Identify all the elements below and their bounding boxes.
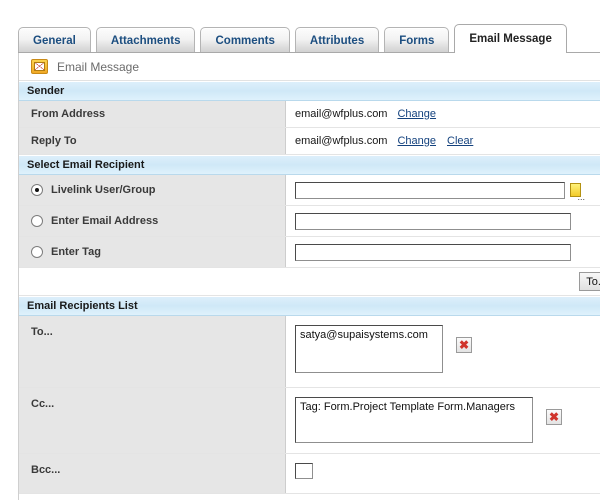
reply-to-value: email@wfplus.com (295, 135, 388, 147)
row-value: email@wfplus.com Change Clear (286, 128, 600, 154)
row-enter-tag: Enter Tag (19, 237, 600, 268)
row-label: Enter Tag (19, 237, 286, 267)
tab-comments[interactable]: Comments (200, 27, 290, 53)
enter-email-address-input[interactable] (295, 212, 571, 230)
section-title: Select Email Recipient (27, 159, 145, 171)
email-envelope-icon (31, 59, 48, 74)
radio-label-text: Enter Tag (51, 246, 101, 258)
tab-general[interactable]: General (18, 27, 91, 53)
from-address-value: email@wfplus.com (295, 108, 388, 120)
row-label: Reply To (19, 128, 286, 154)
section-header-sender: Sender (19, 81, 600, 101)
radio-enter-email-address[interactable] (31, 215, 43, 227)
from-address-change-link[interactable]: Change (397, 108, 436, 120)
tab-email-message[interactable]: Email Message (454, 24, 567, 53)
bcc-recipients-textarea[interactable] (295, 463, 313, 479)
panel-title-bar: Email Message (19, 53, 600, 81)
row-livelink-user-group: Livelink User/Group ... (19, 175, 600, 206)
radio-label-text: Livelink User/Group (51, 184, 156, 196)
row-value (286, 237, 600, 267)
recipient-row-cc: Cc... ✖ (19, 388, 600, 454)
delete-x-icon[interactable]: ✖ (456, 337, 472, 353)
tab-attachments[interactable]: Attachments (95, 27, 196, 53)
reply-to-clear-link[interactable]: Clear (447, 135, 473, 147)
browse-folder-icon[interactable]: ... (570, 182, 585, 201)
email-message-panel: Email Message Sender From Address email@… (18, 53, 600, 500)
to-button[interactable]: To... (579, 272, 600, 291)
section-title: Sender (27, 85, 65, 97)
radio-enter-tag[interactable] (31, 246, 43, 258)
recipient-row-to: To... ✖ (19, 316, 600, 388)
email-message-page: General Attachments Comments Attributes … (0, 0, 600, 500)
row-label: To... (19, 316, 286, 387)
row-label: Bcc... (19, 454, 286, 493)
row-value (286, 206, 600, 236)
section-header-email-recipients-list: Email Recipients List (19, 296, 600, 316)
tab-label: Comments (215, 34, 275, 47)
row-label: Enter Email Address (19, 206, 286, 236)
enter-tag-input[interactable] (295, 243, 571, 261)
row-label: From Address (19, 101, 286, 127)
section-title: Email Recipients List (27, 300, 138, 312)
delete-x-icon[interactable]: ✖ (546, 409, 562, 425)
row-value: email@wfplus.com Change (286, 101, 600, 127)
to-recipients-textarea[interactable] (295, 325, 443, 373)
tab-attributes[interactable]: Attributes (294, 27, 380, 53)
row-label: Livelink User/Group (19, 175, 286, 205)
reply-to-change-link[interactable]: Change (397, 135, 436, 147)
tab-label: Attachments (110, 34, 181, 47)
tab-label: Forms (399, 34, 435, 47)
radio-livelink-user-group[interactable] (31, 184, 43, 196)
row-value: ✖ (286, 316, 600, 387)
cc-recipients-textarea[interactable] (295, 397, 533, 443)
action-row: To... (19, 268, 600, 296)
recipient-row-bcc: Bcc... (19, 454, 600, 494)
section-header-select-email-recipient: Select Email Recipient (19, 155, 600, 175)
tab-label: Email Message (469, 33, 552, 45)
row-enter-email-address: Enter Email Address (19, 206, 600, 237)
row-value: ... (286, 175, 600, 205)
tab-forms[interactable]: Forms (384, 27, 450, 53)
row-from-address: From Address email@wfplus.com Change (19, 101, 600, 128)
tab-label: Attributes (309, 34, 365, 47)
livelink-user-group-input[interactable] (295, 181, 565, 199)
row-value: ✖ (286, 388, 600, 453)
tab-label: General (33, 34, 76, 47)
page-title: Email Message (57, 59, 140, 74)
row-value (286, 454, 600, 493)
tab-bar: General Attachments Comments Attributes … (0, 24, 600, 53)
row-label: Cc... (19, 388, 286, 453)
radio-label-text: Enter Email Address (51, 215, 159, 227)
row-reply-to: Reply To email@wfplus.com Change Clear (19, 128, 600, 155)
